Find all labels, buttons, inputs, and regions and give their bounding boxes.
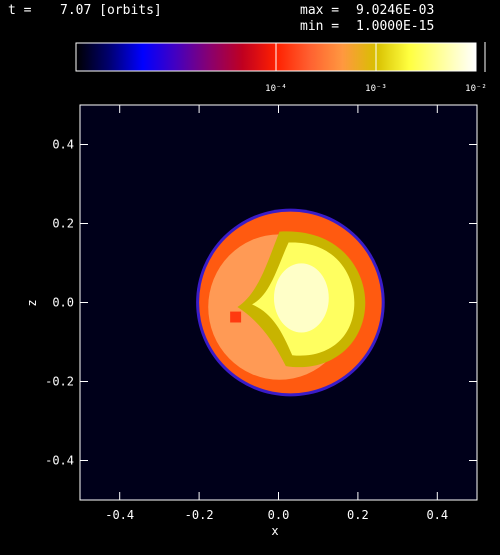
y-tick-label: -0.4 [45,454,74,468]
y-tick-label: 0.0 [52,296,74,310]
y-tick-label: -0.2 [45,375,74,389]
colorbar-tick-label: 10⁻⁴ [265,84,287,94]
colorbar-tick-label: 10⁻² [465,84,487,94]
x-axis-label: x [271,524,278,538]
min-label: min = [300,19,339,34]
figure: t = 7.07 [orbits] max = 9.0246E-03 min =… [8,3,487,538]
blob-dark-patch [230,311,242,323]
time-value: 7.07 [orbits] [60,3,162,18]
blob-hot-spot [273,263,329,333]
colorbar-tick-label: 10⁻³ [365,84,387,94]
x-tick-label: 0.4 [426,508,448,522]
x-tick-label: -0.2 [185,508,214,522]
min-value: 1.0000E-15 [356,19,434,34]
time-label: t = [8,3,32,18]
x-tick-label: 0.0 [268,508,290,522]
y-tick-label: 0.2 [52,217,74,231]
max-label: max = [300,3,339,18]
x-tick-label: -0.4 [105,508,134,522]
max-value: 9.0246E-03 [356,3,434,18]
x-tick-label: 0.2 [347,508,369,522]
y-axis-label: z [25,299,39,306]
y-tick-label: 0.4 [52,138,74,152]
heatmap-blob [196,208,385,397]
